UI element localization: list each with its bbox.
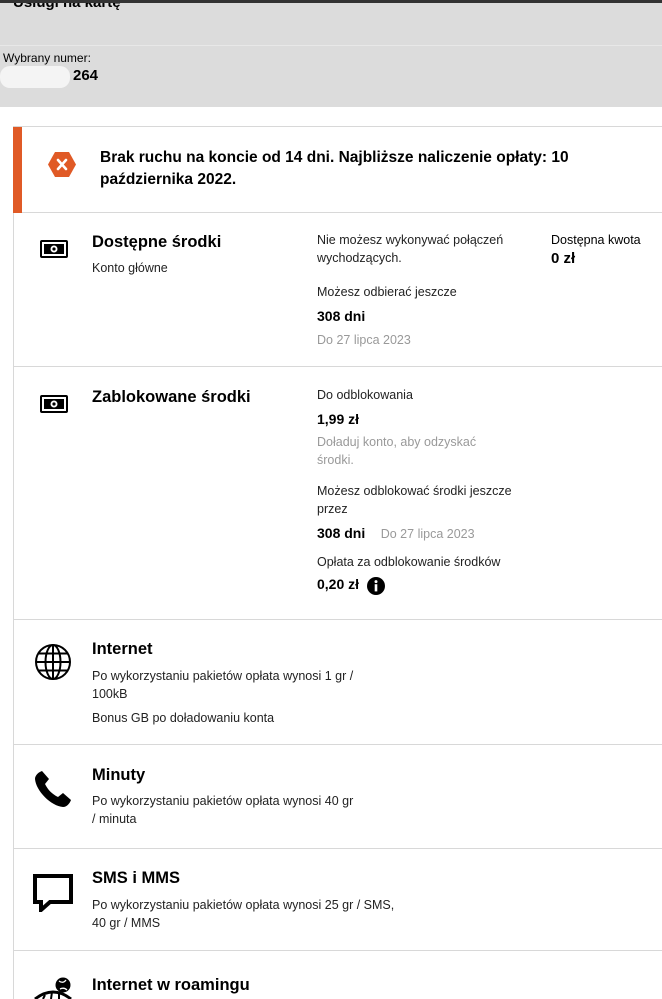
- redacted-number-mask: [0, 66, 70, 88]
- unlock-until: Do 27 lipca 2023: [380, 527, 475, 541]
- sms-mms-title: SMS i MMS: [92, 869, 181, 887]
- unlock-fee-value: 0,20 zł: [317, 576, 360, 592]
- roaming-globe-icon: [34, 977, 72, 999]
- selected-number-value: 264: [73, 67, 99, 84]
- blocked-funds-details: Do odblokowania 1,99 zł Doładuj konto, a…: [317, 386, 542, 595]
- internet-title: Internet: [92, 640, 153, 658]
- banknote-icon: [40, 395, 68, 413]
- unlock-time-row: 308 dni Do 27 lipca 2023: [317, 524, 542, 543]
- sms-mms-section: SMS i MMS Po wykorzystaniu pakietów opła…: [14, 849, 662, 951]
- unlock-hint: Doładuj konto, aby odzyskać środki.: [317, 435, 477, 467]
- unlock-days: 308 dni: [317, 525, 366, 541]
- available-funds-section: Dostępne środki Konto główne Nie możesz …: [14, 213, 662, 367]
- globe-icon: [35, 644, 71, 680]
- available-amount: Dostępna kwota 0 zł: [551, 233, 641, 267]
- minutes-section: Minuty Po wykorzystaniu pakietów opłata …: [14, 745, 662, 849]
- roaming-section: Internet w roamingu: [14, 951, 662, 999]
- available-amount-label: Dostępna kwota: [551, 233, 641, 247]
- unlock-fee-row: 0,20 zł: [317, 575, 542, 595]
- selected-number-label: Wybrany numer:: [3, 51, 91, 65]
- calls-blocked-note: Nie możesz wykonywać połączeń wychodzący…: [317, 233, 504, 265]
- selected-number-header: Usługi na kartę Wybrany numer: 264: [0, 0, 662, 107]
- receive-calls-label: Możesz odbierać jeszcze: [317, 285, 457, 299]
- alert-message: Brak ruchu na koncie od 14 dni. Najbliżs…: [100, 149, 569, 188]
- error-x-icon: [48, 152, 76, 177]
- alert-accent-bar: [13, 127, 22, 213]
- available-funds-title: Dostępne środki: [92, 233, 222, 251]
- unlock-fee-label: Opłata za odblokowanie środków: [317, 555, 501, 569]
- unlock-amount: 1,99 zł: [317, 411, 360, 427]
- inactivity-alert: Brak ruchu na koncie od 14 dni. Najbliżs…: [13, 127, 662, 213]
- blocked-funds-section: Zablokowane środki Do odblokowania 1,99 …: [14, 367, 662, 620]
- services-panel: Brak ruchu na koncie od 14 dni. Najbliżs…: [13, 126, 662, 999]
- available-funds-subtitle: Konto główne: [92, 261, 168, 275]
- unlock-label: Do odblokowania: [317, 388, 413, 402]
- chat-bubble-icon: [33, 874, 73, 912]
- info-icon[interactable]: [366, 576, 385, 595]
- internet-section: Internet Po wykorzystaniu pakietów opłat…: [14, 620, 662, 745]
- available-funds-details: Nie możesz wykonywać połączeń wychodzący…: [317, 231, 542, 349]
- sms-mms-rate: Po wykorzystaniu pakietów opłata wynosi …: [92, 898, 395, 930]
- top-border-line: [0, 0, 662, 3]
- internet-bonus: Bonus GB po doładowaniu konta: [92, 711, 275, 725]
- banknote-icon: [40, 240, 68, 258]
- available-amount-value: 0 zł: [551, 250, 576, 267]
- phone-icon: [35, 771, 71, 807]
- minutes-title: Minuty: [92, 766, 146, 784]
- blocked-funds-title: Zablokowane środki: [92, 388, 251, 406]
- receive-calls-days: 308 dni: [317, 308, 366, 324]
- internet-rate: Po wykorzystaniu pakietów opłata wynosi …: [92, 669, 354, 701]
- roaming-title: Internet w roamingu: [92, 976, 250, 994]
- unlock-time-label: Możesz odblokować środki jeszcze przez: [317, 484, 512, 516]
- minutes-rate: Po wykorzystaniu pakietów opłata wynosi …: [92, 794, 354, 826]
- header-divider: [0, 45, 662, 46]
- receive-calls-until: Do 27 lipca 2023: [317, 333, 411, 347]
